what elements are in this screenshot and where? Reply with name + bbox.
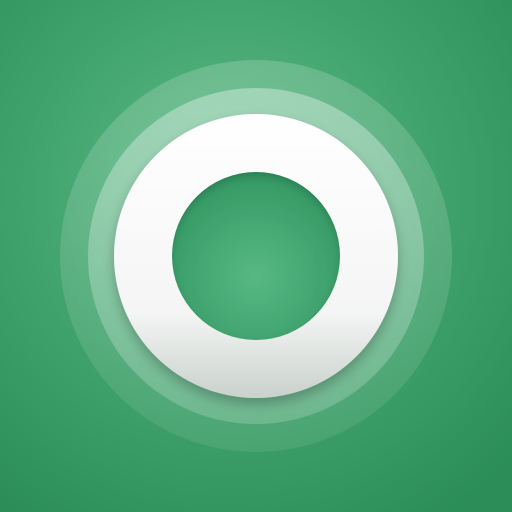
ring-center-hole	[172, 172, 340, 340]
app-icon	[0, 0, 512, 512]
ring-logo-icon	[0, 0, 512, 512]
